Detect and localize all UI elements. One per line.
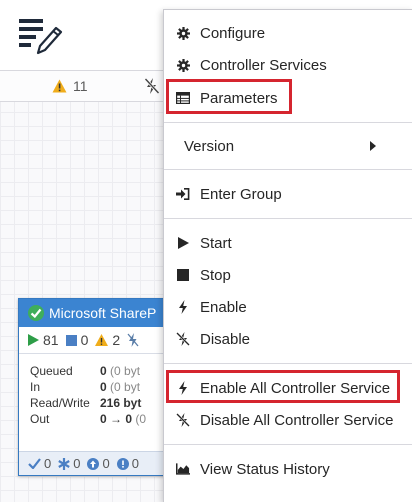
bolt-slash-icon [176,413,190,427]
arrow-circle-up-icon [87,457,100,470]
menu-separator [164,444,412,445]
bolt-icon [176,300,190,314]
nifi-logo-icon [19,19,63,55]
gear-icon [176,26,190,40]
menu-item-stop[interactable]: Stop [164,260,412,290]
menu-separator [164,363,412,364]
menu-item-disable[interactable]: Disable [164,324,412,354]
highlight-box-enable-all-controller-services [166,370,400,403]
locally-modified-count: 0 [58,456,80,471]
process-group-stats: 81 0 2 [19,327,179,354]
menu-separator [164,169,412,170]
check-icon [28,458,41,469]
menu-separator [164,122,412,123]
process-group-metrics: Queued 0 (0 byt In 0 (0 byt Read/Write 2… [19,354,179,428]
running-stat: 81 [28,332,59,348]
exclamation-circle-icon [116,457,129,470]
process-group-footer: 0 0 0 0 [19,451,179,475]
menu-item-controller-services[interactable]: Controller Services [164,50,412,80]
menu-item-enable[interactable]: Enable [164,292,412,322]
process-group-header[interactable]: Microsoft ShareP [19,299,179,327]
disabled-stat [127,333,143,347]
metric-row-in: In 0 (0 byt [30,380,141,394]
asterisk-icon [58,457,70,470]
warning-count: 11 [73,78,88,94]
menu-item-disable-all-controller-services[interactable]: Disable All Controller Service [164,405,412,435]
submenu-arrow-icon [370,141,376,151]
process-group-card[interactable]: Microsoft ShareP 81 0 2 Queued 0 (0 byt … [18,298,180,476]
invalid-stat: 2 [95,332,120,348]
highlight-box-parameters [166,79,292,114]
process-group-title: Microsoft ShareP [49,305,157,321]
stop-icon [176,268,190,282]
bolt-slash-icon [144,77,160,95]
metric-row-queued: Queued 0 (0 byt [30,364,141,378]
menu-item-enter-group[interactable]: Enter Group [164,179,412,209]
stopped-stat: 0 [65,332,88,348]
warning-icon [52,79,67,93]
menu-item-start[interactable]: Start [164,228,412,258]
bolt-slash-icon [127,333,139,347]
metric-row-read-write: Read/Write 216 byt [30,396,142,410]
menu-item-view-status-history[interactable]: View Status History [164,454,412,484]
sign-in-icon [176,187,190,201]
play-icon [28,334,39,346]
menu-item-version[interactable]: Version [164,131,412,161]
bolt-slash-icon [176,332,190,346]
menu-separator [164,218,412,219]
stop-icon [65,334,77,346]
up-to-date-count: 0 [28,456,51,471]
warning-icon [95,334,109,346]
menu-item-configure[interactable]: Configure [164,18,412,48]
stale-count: 0 [87,456,110,471]
metric-row-out: Out 0 → 0 (0 [30,412,147,426]
area-chart-icon [176,462,190,476]
play-icon [176,236,190,250]
up-to-date-check-icon [28,305,44,321]
gear-icon [176,58,190,72]
sync-failure-count: 0 [116,456,139,471]
